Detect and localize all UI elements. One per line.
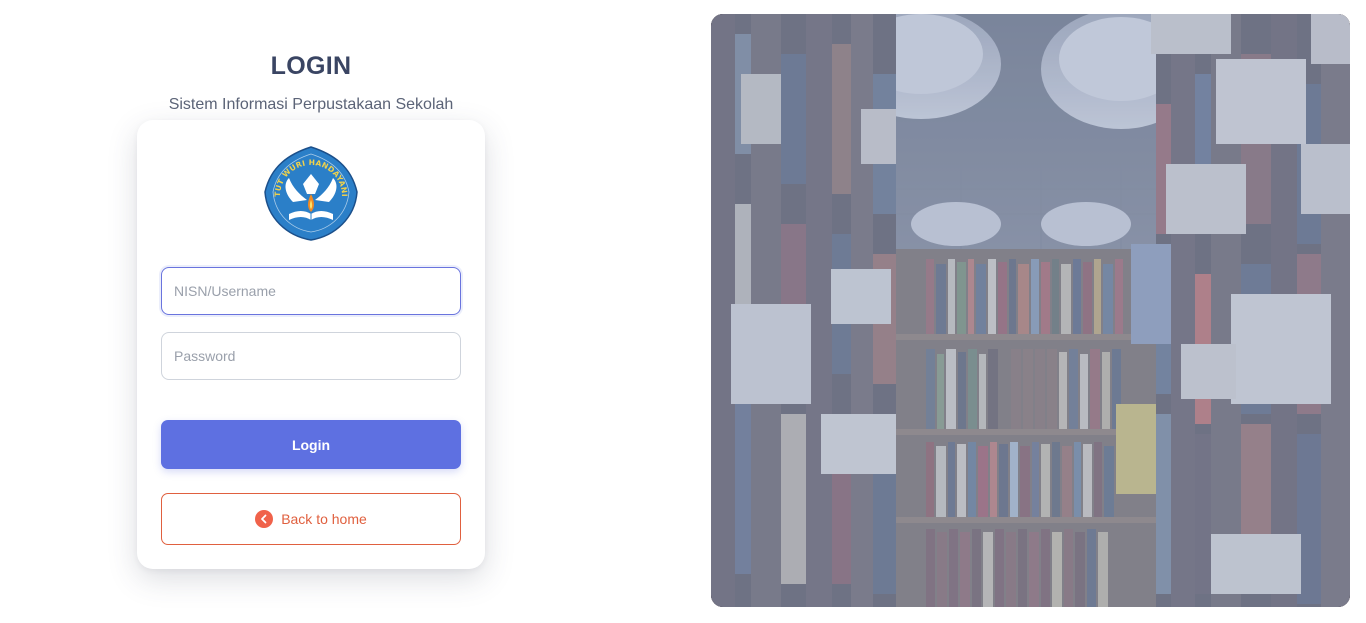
page-title: LOGIN [270,52,352,80]
tut-wuri-handayani-logo: TUT WURI HANDAYANI [264,146,358,241]
password-input[interactable] [161,332,461,380]
login-button[interactable]: Login [161,420,461,469]
login-panel: LOGIN Sistem Informasi Perpustakaan Seko… [0,0,700,623]
login-page: LOGIN Sistem Informasi Perpustakaan Seko… [0,0,1366,623]
library-hero-image [711,14,1350,607]
library-bookshelves-photo [711,14,1350,607]
back-to-home-button[interactable]: Back to home [161,493,461,545]
page-subtitle: Sistem Informasi Perpustakaan Sekolah [168,96,454,113]
login-card: TUT WURI HANDAYANI Login Back to home [137,120,485,569]
chevron-left-circle-icon [255,510,274,528]
username-input[interactable] [161,267,461,315]
back-to-home-label: Back to home [281,511,367,527]
